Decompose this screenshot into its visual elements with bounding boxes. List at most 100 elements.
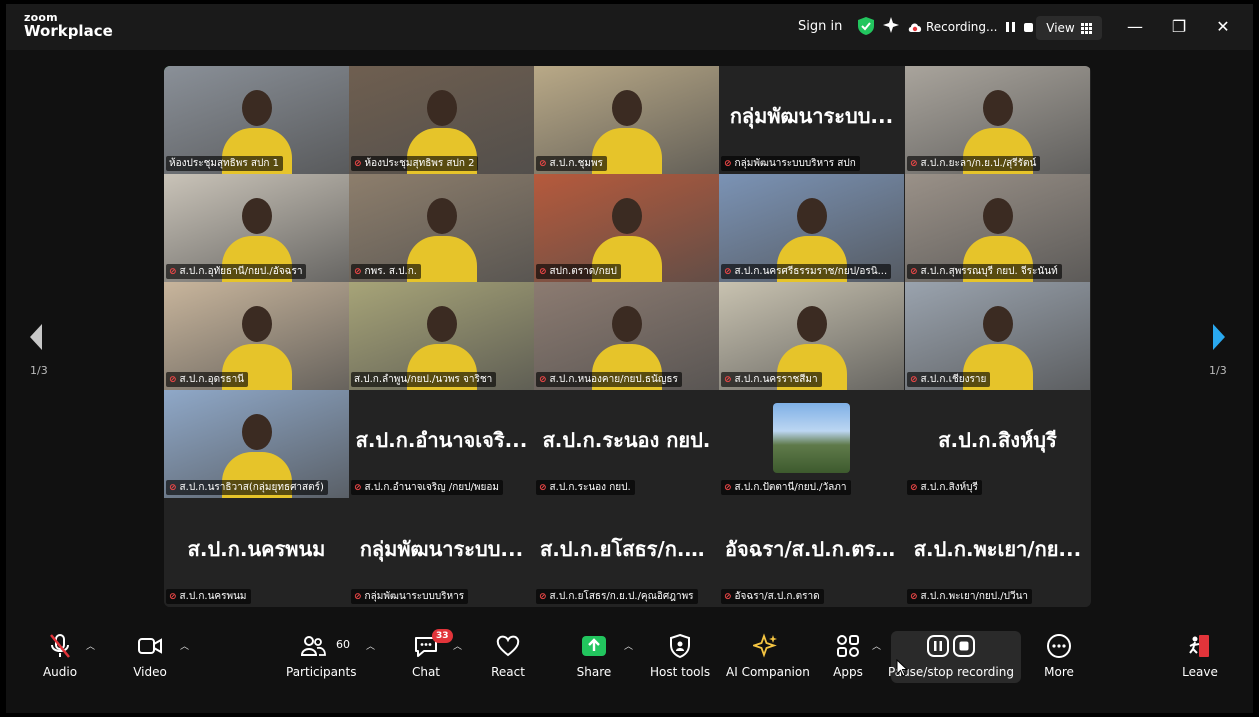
next-page-icon[interactable] <box>1209 322 1229 352</box>
participant-tile[interactable]: ⊘ ห้องประชุมสุทธิพร สปก 2 <box>349 66 534 174</box>
ai-companion-button[interactable]: AI Companion <box>726 633 810 683</box>
muted-mic-icon: ⊘ <box>169 483 177 493</box>
participant-tile[interactable]: ส.ป.ก.พะเยา/กย... ⊘ ส.ป.ก.พะเยา/กยป./ปวีนา <box>905 499 1090 607</box>
participant-name-label: ⊘ ส.ป.ก.นครราชสีมา <box>721 372 822 387</box>
stop-recording-icon[interactable] <box>1024 22 1034 32</box>
participant-name-label: ⊘ ส.ป.ก.ชุมพร <box>536 156 607 171</box>
participant-tile[interactable]: ⊘ ส.ป.ก.นครศรีธรรมราช/กยป/อรนิ... <box>719 174 904 282</box>
muted-mic-icon: ⊘ <box>910 267 918 277</box>
participant-name-label: ⊘ สปก.ตราด/กยป <box>536 264 621 279</box>
react-button[interactable]: React <box>488 633 528 683</box>
apps-icon <box>837 635 859 657</box>
muted-mic-icon: ⊘ <box>724 592 732 602</box>
audio-options-caret-icon[interactable]: ︿ <box>86 639 95 652</box>
participant-head <box>983 306 1013 342</box>
participant-tile[interactable]: ⊘ ส.ป.ก.อุทัยธานี/กยป./อัจฉรา <box>164 174 349 282</box>
apps-options-caret-icon[interactable]: ︿ <box>872 639 881 652</box>
ai-sparkle-icon[interactable] <box>882 16 900 34</box>
participant-tile[interactable]: ส.ป.ก.ระนอง กยป. ⊘ ส.ป.ก.ระนอง กยป. <box>534 390 719 498</box>
participant-display-name: ส.ป.ก.พะเยา/กย... <box>913 537 1082 561</box>
audio-button[interactable]: Audio <box>41 633 79 683</box>
minimize-button[interactable]: — <box>1124 16 1146 38</box>
encryption-shield-icon[interactable] <box>858 17 874 35</box>
participants-options-caret-icon[interactable]: ︿ <box>366 639 375 652</box>
participant-tile[interactable]: กลุ่มพัฒนาระบบ... ⊘ กลุ่มพัฒนาระบบบริหาร ส… <box>719 66 904 174</box>
share-options-caret-icon[interactable]: ︿ <box>624 639 633 652</box>
participant-name-label: ⊘ ส.ป.ก.เชียงราย <box>907 372 991 387</box>
participant-name: ส.ป.ก.สุพรรณบุรี กยป. จีระนันท์ <box>920 266 1058 277</box>
participants-button[interactable]: 60 Participants <box>286 633 357 683</box>
muted-mic-icon: ⊘ <box>354 592 362 602</box>
zoom-window: zoom Workplace Sign in Recording... View <box>6 4 1253 713</box>
participant-name-label: ส.ป.ก.ลำพูน/กยป./นวพร จาริชา <box>351 372 497 387</box>
page-indicator-left: 1/3 <box>30 364 48 377</box>
meeting-toolbar: Audio ︿ Video ︿ 60 Participants ︿ 33 Cha… <box>6 621 1253 713</box>
more-ellipsis-icon <box>1047 634 1071 658</box>
mouse-cursor-icon <box>896 659 908 677</box>
grid-icon <box>1080 22 1092 34</box>
sign-in-link[interactable]: Sign in <box>798 19 842 34</box>
previous-page-icon[interactable] <box>26 322 46 352</box>
stop-icon[interactable] <box>953 635 975 657</box>
participant-tile[interactable]: ส.ป.ก.ยโสธร/ก.ย... ⊘ ส.ป.ก.ยโสธร/ก.ย.ป./คุ… <box>534 499 719 607</box>
video-label: Video <box>133 665 167 679</box>
apps-label: Apps <box>833 665 863 679</box>
host-tools-button[interactable]: Host tools <box>650 633 710 683</box>
leave-button[interactable]: Leave <box>1180 633 1220 683</box>
muted-mic-icon: ⊘ <box>724 159 732 169</box>
participant-head <box>242 306 272 342</box>
chat-button[interactable]: 33 Chat <box>406 629 453 683</box>
participant-name: ส.ป.ก.อุทัยธานี/กยป./อัจฉรา <box>179 266 303 277</box>
participant-tile[interactable]: ⊘ ส.ป.ก.อุดรธานี <box>164 282 349 390</box>
audio-label: Audio <box>42 665 78 679</box>
participant-name-label: ⊘ กพร. ส.ป.ก. <box>351 264 421 279</box>
participant-tile[interactable]: ⊘ ส.ป.ก.เชียงราย <box>905 282 1090 390</box>
participant-tile[interactable]: ⊘ ส.ป.ก.ยะลา/ก.ย.ป./สุรีรัตน์ <box>905 66 1090 174</box>
heart-icon <box>496 635 520 657</box>
pause-recording-icon[interactable] <box>1005 22 1016 32</box>
participant-tile[interactable]: ส.ป.ก.นครพนม ⊘ ส.ป.ก.นครพนม <box>164 499 349 607</box>
participant-tile[interactable]: ⊘ สปก.ตราด/กยป <box>534 174 719 282</box>
participant-tile[interactable]: ⊘ กพร. ส.ป.ก. <box>349 174 534 282</box>
participant-name: ส.ป.ก.ยะลา/ก.ย.ป./สุรีรัตน์ <box>920 158 1037 169</box>
participant-tile[interactable]: ⊘ ส.ป.ก.นราธิวาส(กลุ่มยุทธศาสตร์) <box>164 390 349 498</box>
participant-name-label: ⊘ ห้องประชุมสุทธิพร สปก 2 <box>351 156 479 171</box>
participant-tile[interactable]: ส.ป.ก.อำนาจเจริ... ⊘ ส.ป.ก.อำนาจเจริญ /กยป… <box>349 390 534 498</box>
video-button[interactable]: Video <box>131 633 169 683</box>
muted-mic-icon: ⊘ <box>354 267 362 277</box>
participant-tile[interactable]: ⊘ ส.ป.ก.นครราชสีมา <box>719 282 904 390</box>
participant-tile[interactable]: ⊘ ส.ป.ก.หนองคาย/กยป.ธนัญธร <box>534 282 719 390</box>
close-button[interactable]: ✕ <box>1212 16 1234 38</box>
video-options-caret-icon[interactable]: ︿ <box>180 639 189 652</box>
participant-tile[interactable]: ⊘ ส.ป.ก.ปัตตานี/กยป./วัลภา <box>719 390 904 498</box>
share-button[interactable]: Share <box>573 633 615 683</box>
participant-tile[interactable]: ห้องประชุมสุทธิพร สปก 1 <box>164 66 349 174</box>
pause-icon[interactable] <box>927 635 949 657</box>
participant-tile[interactable]: ⊘ ส.ป.ก.ชุมพร <box>534 66 719 174</box>
restore-button[interactable]: ❐ <box>1168 16 1190 38</box>
chat-unread-badge: 33 <box>432 629 453 643</box>
participant-display-name: ส.ป.ก.อำนาจเจริ... <box>355 428 528 452</box>
participant-name: ห้องประชุมสุทธิพร สปก 2 <box>364 158 475 169</box>
view-button[interactable]: View <box>1036 16 1102 40</box>
recording-indicator[interactable]: Recording... <box>908 16 1034 38</box>
participant-name: ส.ป.ก.ยโสธร/ก.ย.ป./คุณอิศฎาพร <box>549 591 694 602</box>
participant-tile[interactable]: อัจฉรา/ส.ป.ก.ตราด ⊘ อัจฉรา/ส.ป.ก.ตราด <box>719 499 904 607</box>
apps-button[interactable]: Apps <box>828 633 868 683</box>
host-tools-shield-icon <box>670 633 690 659</box>
participant-tile[interactable]: ส.ป.ก.สิงห์บุรี ⊘ ส.ป.ก.สิงห์บุรี <box>905 390 1090 498</box>
participant-head <box>427 306 457 342</box>
participant-head <box>612 90 642 126</box>
title-bar: zoom Workplace Sign in Recording... View <box>6 4 1253 50</box>
participant-tile[interactable]: ⊘ ส.ป.ก.สุพรรณบุรี กยป. จีระนันท์ <box>905 174 1090 282</box>
participant-tile[interactable]: กลุ่มพัฒนาระบบ... ⊘ กลุ่มพัฒนาระบบบริหาร <box>349 499 534 607</box>
participant-head <box>797 306 827 342</box>
participant-tile[interactable]: ส.ป.ก.ลำพูน/กยป./นวพร จาริชา <box>349 282 534 390</box>
muted-mic-icon: ⊘ <box>724 483 732 493</box>
participant-name-label: ⊘ ส.ป.ก.สิงห์บุรี <box>907 480 982 495</box>
participant-name: กพร. ส.ป.ก. <box>364 266 417 277</box>
chat-options-caret-icon[interactable]: ︿ <box>453 639 462 652</box>
participant-head <box>612 198 642 234</box>
participant-head <box>983 198 1013 234</box>
more-button[interactable]: More <box>1039 633 1079 683</box>
